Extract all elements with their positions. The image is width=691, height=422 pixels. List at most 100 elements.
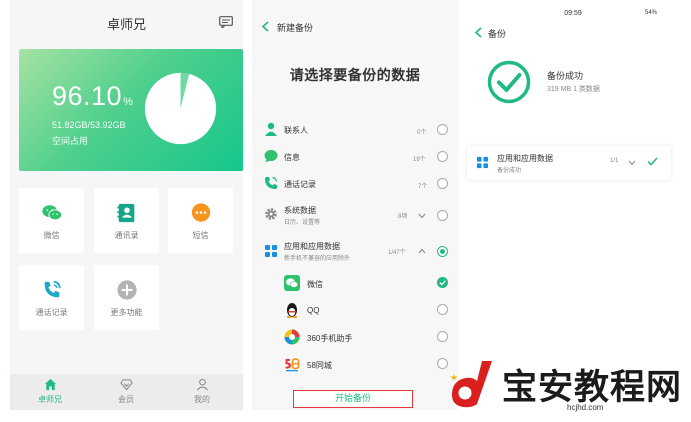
status-bar [252, 0, 458, 9]
app-name: 微信 [307, 280, 323, 289]
backup-status: 备份成功 [547, 71, 584, 81]
tile-label: 更多功能 [110, 308, 143, 317]
contact-icon [265, 122, 277, 136]
tile-label: 通讯录 [114, 231, 139, 240]
result-row-apps[interactable]: 应用和应用数据 备份成功 1/1 [467, 146, 671, 180]
row-radio[interactable] [437, 210, 448, 221]
screen-title: 备份 [488, 29, 507, 39]
home-icon [44, 378, 56, 391]
home-header: 卓师兄 [10, 0, 243, 44]
back-arrow-icon[interactable] [261, 21, 270, 32]
tile-call-log[interactable]: 通话记录 [19, 265, 84, 330]
storage-card[interactable]: 96.10% 51.82GB/53.92GB 空间占用 [19, 49, 243, 171]
backup-row-calls[interactable]: 通话记录 7个 [252, 175, 458, 193]
app-row-qq[interactable]: QQ [252, 301, 458, 321]
58-city-icon [284, 356, 300, 372]
app-home-screen: 卓师兄 96.10% 51.82GB/53.92GB 空间占用 微信 通讯录 短… [10, 0, 243, 410]
tile-label: 短信 [192, 231, 209, 240]
app-name: 360手机助手 [307, 334, 353, 343]
sms-icon [191, 203, 210, 222]
360-assistant-icon [284, 329, 300, 345]
chevron-down-icon[interactable] [628, 160, 636, 166]
check-icon [439, 280, 446, 286]
vip-icon [119, 379, 133, 391]
app-checked-icon[interactable] [437, 277, 448, 288]
backup-row-apps[interactable]: 应用和应用数据 新手机不兼容的应用除外 1/47个 [252, 238, 458, 264]
row-count: 19个 [413, 157, 426, 163]
tile-label: 通话记录 [35, 308, 68, 317]
row-subtitle: 日历、设置等 [284, 220, 321, 226]
apps-icon [476, 156, 489, 169]
chevron-up-icon[interactable] [418, 248, 426, 254]
row-count: 0个 [417, 130, 427, 136]
apps-icon [265, 245, 277, 257]
wechat-app-icon [284, 275, 300, 291]
watermark: 宝安教程网 hcjhd.com [444, 345, 691, 422]
row-radio[interactable] [437, 151, 448, 162]
nav-label: 会员 [118, 395, 134, 404]
backup-row-system[interactable]: 系统数据 日历、设置等 8项 [252, 202, 458, 228]
tile-contacts[interactable]: 通讯录 [94, 188, 159, 253]
nav-label: 卓师兄 [38, 395, 62, 404]
contacts-book-icon [116, 203, 134, 223]
row-radio[interactable] [437, 246, 448, 257]
row-count: 1/47个 [388, 250, 406, 256]
row-count: 1/1 [610, 158, 619, 164]
nav-item-home[interactable]: 卓师兄 [20, 378, 80, 405]
nav-item-me[interactable]: 我的 [172, 378, 232, 405]
back-arrow-icon[interactable] [474, 27, 483, 38]
row-title: 应用和应用数据 [497, 154, 553, 163]
backup-row-contacts[interactable]: 联系人 0个 [252, 121, 458, 139]
row-title: 联系人 [284, 126, 308, 135]
call-log-icon [44, 280, 61, 298]
app-row-wechat[interactable]: 微信 [252, 274, 458, 294]
app-row-58[interactable]: 58同城 [252, 355, 458, 375]
backup-row-messages[interactable]: 信息 19个 [252, 148, 458, 166]
app-radio[interactable] [437, 331, 448, 342]
tile-label: 微信 [43, 231, 60, 240]
status-battery: 54% [644, 10, 657, 16]
tile-wechat[interactable]: 微信 [19, 188, 84, 253]
wechat-icon [41, 205, 62, 221]
screen-title: 新建备份 [277, 23, 314, 33]
message-icon[interactable] [219, 16, 233, 28]
new-backup-screen: 新建备份 请选择要备份的数据 联系人 0个 信息 19个 通话记录 7个 系统数… [252, 0, 458, 410]
nav-item-vip[interactable]: 会员 [96, 378, 156, 405]
bottom-nav: 卓师兄 会员 我的 [10, 374, 243, 410]
app-name: 58同城 [307, 361, 332, 370]
chevron-down-icon[interactable] [418, 213, 426, 219]
storage-pie-chart [144, 72, 217, 145]
row-count: 7个 [418, 184, 428, 190]
storage-used-label: 空间占用 [52, 136, 89, 146]
row-radio[interactable] [437, 178, 448, 189]
success-check-icon [487, 60, 531, 104]
check-icon [647, 157, 658, 166]
storage-size: 51.82GB/53.92GB [52, 120, 126, 130]
start-backup-button[interactable]: 开始备份 [293, 390, 413, 408]
backup-result-screen: 09:59 54% 备份 备份成功 319 MB 1 类数据 应用和应用数据 备… [465, 0, 681, 300]
row-title: 信息 [284, 153, 300, 162]
message-icon [264, 150, 278, 163]
backup-meta: 319 MB 1 类数据 [547, 86, 600, 93]
row-title: 通话记录 [284, 180, 316, 189]
nav-label: 我的 [194, 395, 210, 404]
plus-icon [116, 280, 137, 300]
row-subtitle: 备份成功 [497, 168, 522, 174]
tile-more[interactable]: 更多功能 [94, 265, 159, 330]
row-title: 应用和应用数据 [284, 242, 340, 251]
watermark-logo-icon [450, 361, 492, 408]
page-heading: 请选择要备份的数据 [289, 67, 421, 83]
tile-sms[interactable]: 短信 [168, 188, 233, 253]
app-name: QQ [307, 306, 320, 315]
row-radio[interactable] [437, 124, 448, 135]
app-title: 卓师兄 [106, 17, 146, 32]
app-radio[interactable] [437, 304, 448, 315]
user-icon [196, 378, 208, 391]
watermark-url: hcjhd.com [567, 403, 604, 412]
qq-penguin-icon [286, 303, 298, 318]
row-subtitle: 新手机不兼容的应用除外 [284, 256, 351, 262]
phone-icon [265, 176, 278, 189]
storage-percent: 96.10% [52, 81, 134, 111]
row-title: 系统数据 [284, 206, 316, 215]
app-row-360[interactable]: 360手机助手 [252, 328, 458, 348]
